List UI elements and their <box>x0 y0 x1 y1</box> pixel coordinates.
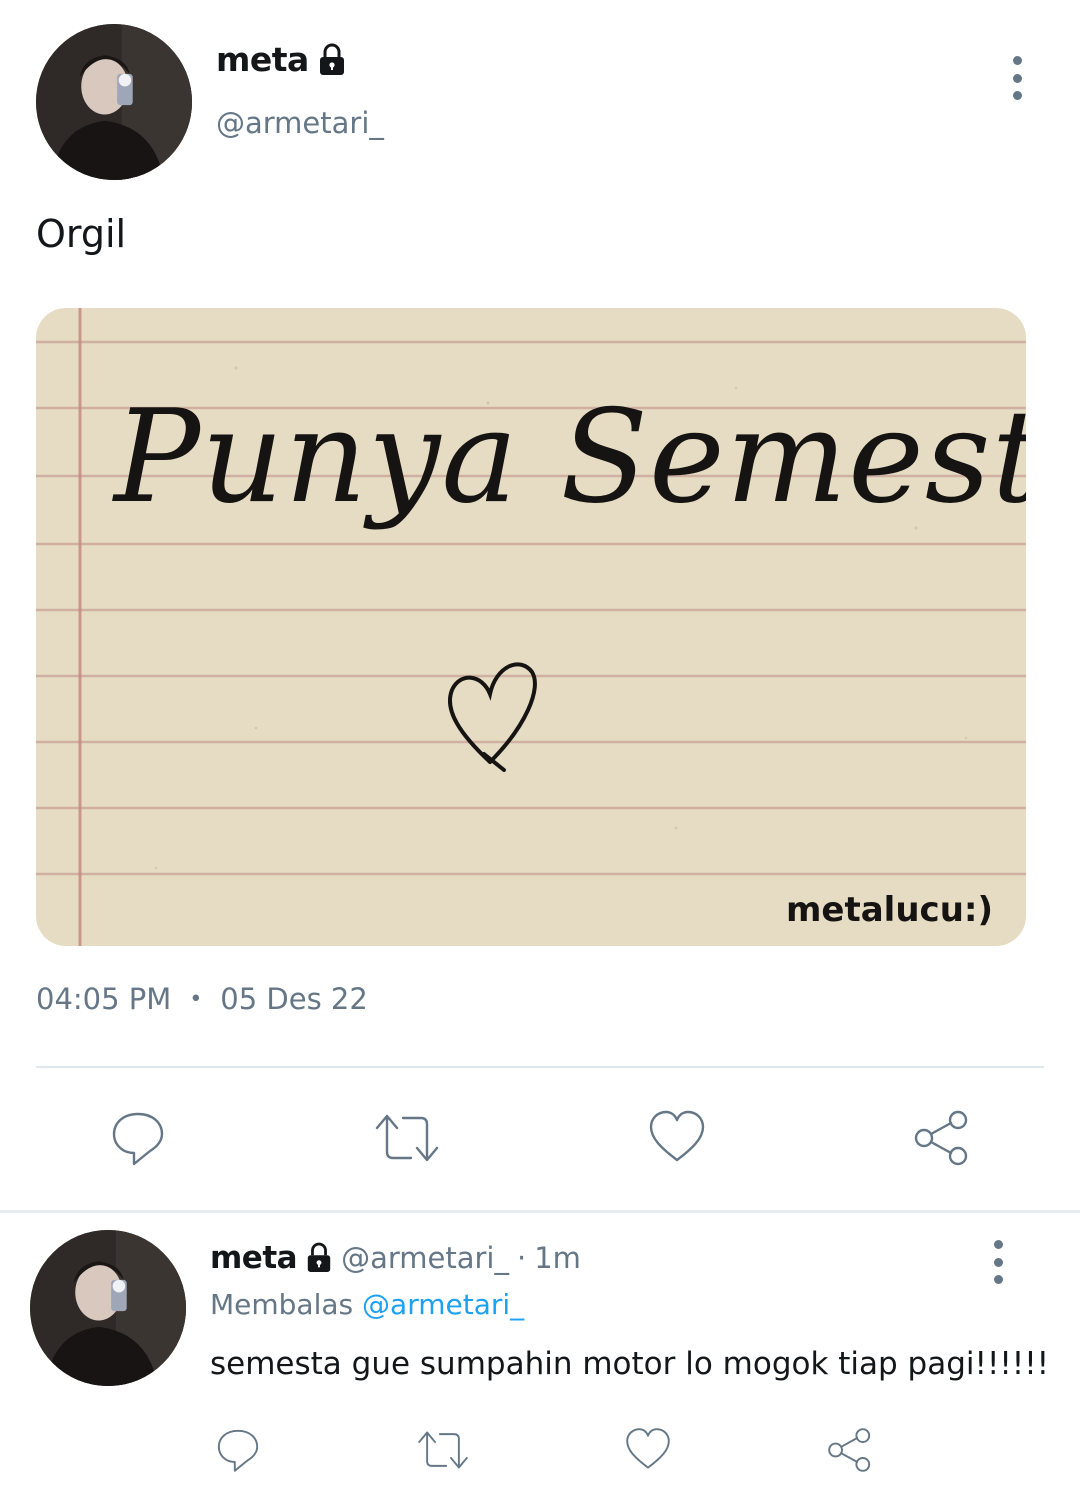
retweet-icon[interactable] <box>373 1108 441 1168</box>
reply-author-avatar[interactable] <box>30 1230 186 1386</box>
reply-icon[interactable] <box>214 1426 262 1474</box>
image-signature: metalucu:) <box>786 890 994 930</box>
reply-header: meta @armetari_ · 1m <box>210 1240 581 1276</box>
tweet-action-bar <box>108 1108 972 1168</box>
share-icon[interactable] <box>912 1108 972 1168</box>
display-name-text: meta <box>216 40 309 79</box>
author-avatar[interactable] <box>36 24 192 180</box>
replying-prefix: Membalas <box>210 1288 354 1321</box>
retweet-icon[interactable] <box>416 1426 470 1474</box>
tweet-timestamp: 04:05 PM • 05 Des 22 <box>36 982 368 1016</box>
like-icon[interactable] <box>624 1426 672 1474</box>
handwriting-title: Punya Semesta <box>114 383 1026 532</box>
like-icon[interactable] <box>647 1108 707 1168</box>
reply-more-options-icon[interactable] <box>990 1240 1006 1284</box>
reply-time: 1m <box>534 1241 581 1275</box>
tweet-media-image[interactable]: Punya Semesta metalucu:) <box>36 308 1026 946</box>
author-handle[interactable]: @armetari_ <box>216 106 384 140</box>
divider <box>36 1066 1044 1068</box>
lock-icon <box>319 43 344 75</box>
author-display-name[interactable]: meta <box>216 40 347 79</box>
reply-display-name[interactable]: meta <box>210 1240 298 1276</box>
reply-separator: · <box>516 1241 527 1275</box>
timestamp-separator: • <box>189 986 203 1012</box>
reply-action-bar <box>214 1426 874 1474</box>
avatar-photo <box>30 1230 186 1386</box>
replying-to: Membalas @armetari_ <box>210 1288 524 1321</box>
reply-icon[interactable] <box>108 1108 168 1168</box>
tweet-text: Orgil <box>36 212 127 256</box>
share-icon[interactable] <box>826 1426 874 1474</box>
replying-to-link[interactable]: @armetari_ <box>362 1288 524 1321</box>
reply-text: semesta gue sumpahin motor lo mogok tiap… <box>210 1346 1050 1382</box>
section-divider <box>0 1210 1080 1213</box>
reply-handle[interactable]: @armetari_ <box>341 1241 509 1275</box>
lock-icon <box>307 1242 331 1272</box>
avatar-photo <box>36 24 192 180</box>
more-options-icon[interactable] <box>1009 56 1025 100</box>
heart-icon <box>448 662 537 772</box>
tweet-time: 04:05 PM <box>36 982 172 1016</box>
tweet-date: 05 Des 22 <box>220 982 368 1016</box>
